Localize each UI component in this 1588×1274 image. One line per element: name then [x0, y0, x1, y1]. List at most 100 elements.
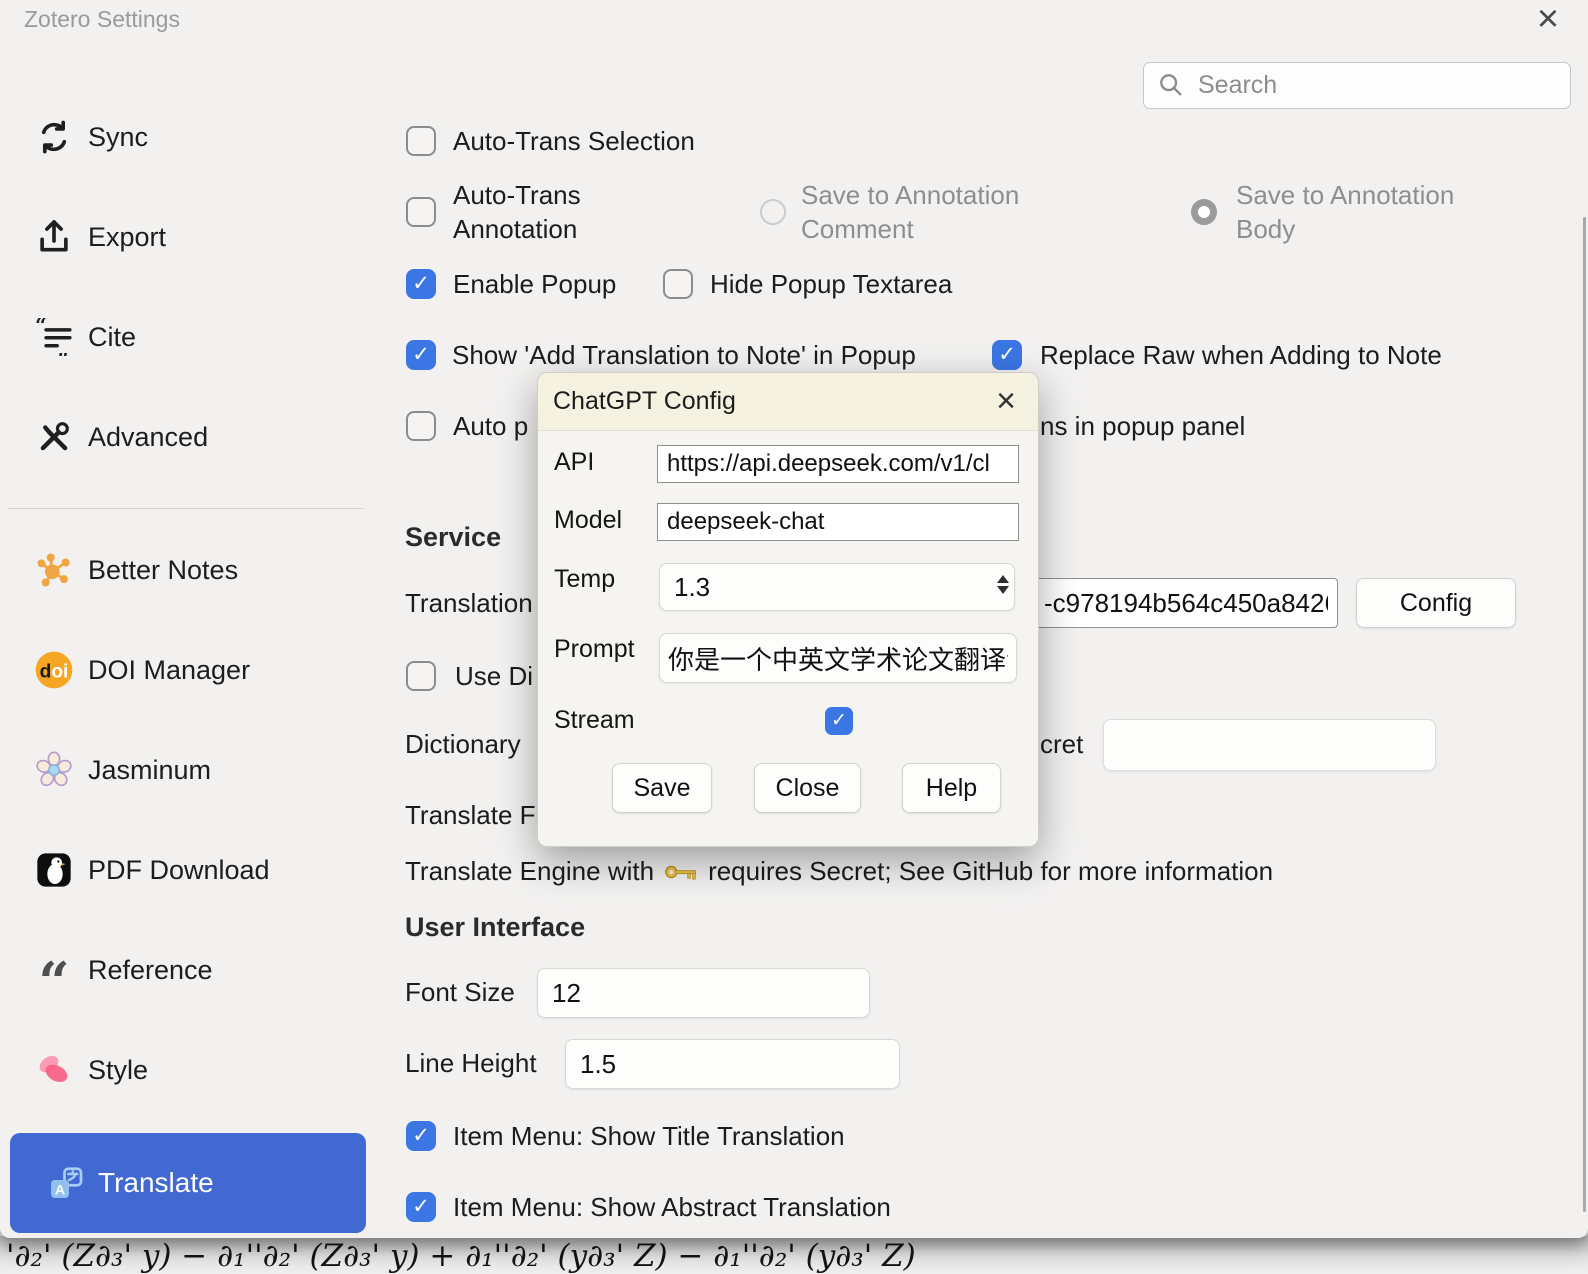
svg-text:“: “ [35, 318, 47, 337]
sidebar-item-cite[interactable]: “ „ Cite [0, 317, 372, 357]
better-notes-icon [34, 550, 74, 590]
model-label: Model [554, 505, 622, 535]
stream-checkbox[interactable] [825, 707, 853, 735]
temp-label: Temp [554, 564, 615, 594]
prompt-label: Prompt [554, 634, 635, 664]
model-input[interactable] [657, 503, 1019, 541]
engine-secret-input[interactable] [1034, 578, 1338, 628]
sidebar-item-sync[interactable]: Sync [0, 117, 372, 157]
save-to-comment-radio[interactable] [760, 199, 786, 225]
sidebar-item-better-notes[interactable]: Better Notes [0, 550, 372, 590]
replace-raw-checkbox[interactable] [992, 340, 1022, 370]
use-dictionary-label-fragment: Use Di [455, 661, 533, 691]
auto-trans-selection-label: Auto-Trans Selection [453, 126, 695, 156]
engine-note-prefix: Translate Engine with [405, 856, 654, 887]
help-button[interactable]: Help [902, 763, 1001, 813]
secret-label-fragment: cret [1040, 729, 1083, 759]
sidebar-label: Export [88, 217, 166, 257]
sidebar-item-reference[interactable]: “ Reference [0, 950, 372, 990]
svg-text:A: A [55, 1182, 65, 1198]
sidebar-label: Cite [88, 317, 136, 357]
show-add-translation-checkbox[interactable] [406, 340, 436, 370]
search-input[interactable] [1143, 62, 1571, 109]
item-menu-title-label: Item Menu: Show Title Translation [453, 1121, 845, 1151]
sidebar-label: PDF Download [88, 850, 270, 890]
auto-trans-annotation-label-line2: Annotation [453, 214, 577, 244]
api-label: API [554, 447, 594, 477]
sidebar-item-style[interactable]: Style [0, 1050, 372, 1090]
svg-text:„: „ [57, 337, 69, 356]
auto-popup-checkbox[interactable] [406, 411, 436, 441]
engine-note-suffix: requires Secret; See GitHub for more inf… [708, 856, 1273, 887]
item-menu-abstract-checkbox[interactable] [406, 1192, 436, 1222]
dictionary-label: Dictionary [405, 729, 521, 759]
stepper-arrows-icon[interactable] [997, 575, 1009, 594]
tools-icon [34, 417, 74, 457]
save-button[interactable]: Save [612, 763, 712, 813]
enable-popup-checkbox[interactable] [406, 269, 436, 299]
sidebar-label: Translate [98, 1163, 214, 1203]
sidebar-label: Style [88, 1050, 148, 1090]
auto-trans-annotation-label-line1: Auto-Trans [453, 180, 581, 210]
sidebar-label: Sync [88, 117, 148, 157]
show-add-translation-label: Show 'Add Translation to Note' in Popup [452, 340, 916, 370]
temp-input[interactable] [659, 563, 1015, 611]
hide-popup-textarea-label: Hide Popup Textarea [710, 269, 952, 299]
math-formula: '∂₂' (Z∂₃' y) − ∂₁''∂₂' (Z∂₃' y) + ∂₁''∂… [6, 1238, 916, 1274]
dialog-close-icon[interactable]: × [986, 381, 1026, 421]
auto-popup-label-fragment-left: Auto p [453, 411, 528, 441]
translate-icon: A [46, 1163, 86, 1203]
quote-icon: “ [34, 950, 74, 990]
service-heading: Service [405, 522, 501, 552]
secret-input[interactable] [1103, 719, 1436, 771]
save-to-body-label-line1: Save to Annotation [1236, 180, 1454, 210]
export-icon [34, 217, 74, 257]
sidebar-item-jasminum[interactable]: Jasminum [0, 750, 372, 790]
item-menu-title-checkbox[interactable] [406, 1121, 436, 1151]
engine-note: Translate Engine with requires Secret; S… [405, 856, 1273, 887]
auto-popup-label-fragment-right: ns in popup panel [1040, 411, 1245, 441]
prompt-input[interactable] [659, 633, 1017, 683]
sidebar-label: Advanced [88, 417, 208, 457]
stream-label: Stream [554, 705, 635, 735]
auto-trans-selection-checkbox[interactable] [406, 126, 436, 156]
sidebar-item-advanced[interactable]: Advanced [0, 417, 372, 457]
font-size-label: Font Size [405, 977, 515, 1007]
sidebar-item-export[interactable]: Export [0, 217, 372, 257]
chatgpt-config-dialog: ChatGPT Config × API Model Temp Prompt S… [537, 372, 1039, 847]
background-document: '∂₂' (Z∂₃' y) − ∂₁''∂₂' (Z∂₃' y) + ∂₁''∂… [0, 1236, 1588, 1274]
item-menu-abstract-label: Item Menu: Show Abstract Translation [453, 1192, 891, 1222]
sidebar-item-doi-manager[interactable]: doi DOI Manager [0, 650, 372, 690]
svg-text:doi: doi [40, 662, 69, 683]
translation-label: Translation [405, 588, 533, 618]
sidebar-label: DOI Manager [88, 650, 250, 690]
sidebar-label: Jasminum [88, 750, 211, 790]
save-to-comment-label-line1: Save to Annotation [801, 180, 1019, 210]
close-button[interactable]: Close [754, 763, 861, 813]
user-interface-heading: User Interface [405, 912, 585, 942]
hide-popup-textarea-checkbox[interactable] [663, 269, 693, 299]
translate-from-label-fragment: Translate F [405, 800, 536, 830]
auto-trans-annotation-checkbox[interactable] [406, 197, 436, 227]
cite-icon: “ „ [34, 317, 74, 357]
line-height-input[interactable] [565, 1039, 900, 1089]
sidebar-label: Better Notes [88, 550, 238, 590]
petals-icon [34, 1050, 74, 1090]
config-button[interactable]: Config [1356, 578, 1516, 628]
penguin-icon [34, 850, 74, 890]
screen: '∂₂' (Z∂₃' y) − ∂₁''∂₂' (Z∂₃' y) + ∂₁''∂… [0, 0, 1588, 1274]
search-box [1143, 62, 1571, 109]
sidebar-label: Reference [88, 950, 213, 990]
sidebar-item-translate-selected[interactable]: A Translate [10, 1133, 366, 1233]
sync-icon [34, 117, 74, 157]
flower-icon [34, 750, 74, 790]
save-to-body-radio[interactable] [1191, 199, 1217, 225]
font-size-input[interactable] [537, 968, 870, 1018]
use-dictionary-checkbox[interactable] [406, 661, 436, 691]
scrollbar[interactable] [1583, 217, 1586, 1212]
line-height-label: Line Height [405, 1048, 537, 1078]
sidebar-item-pdf-download[interactable]: PDF Download [0, 850, 372, 890]
replace-raw-label: Replace Raw when Adding to Note [1040, 340, 1442, 370]
api-input[interactable] [657, 445, 1019, 483]
window-close-icon[interactable]: × [1528, 0, 1568, 40]
